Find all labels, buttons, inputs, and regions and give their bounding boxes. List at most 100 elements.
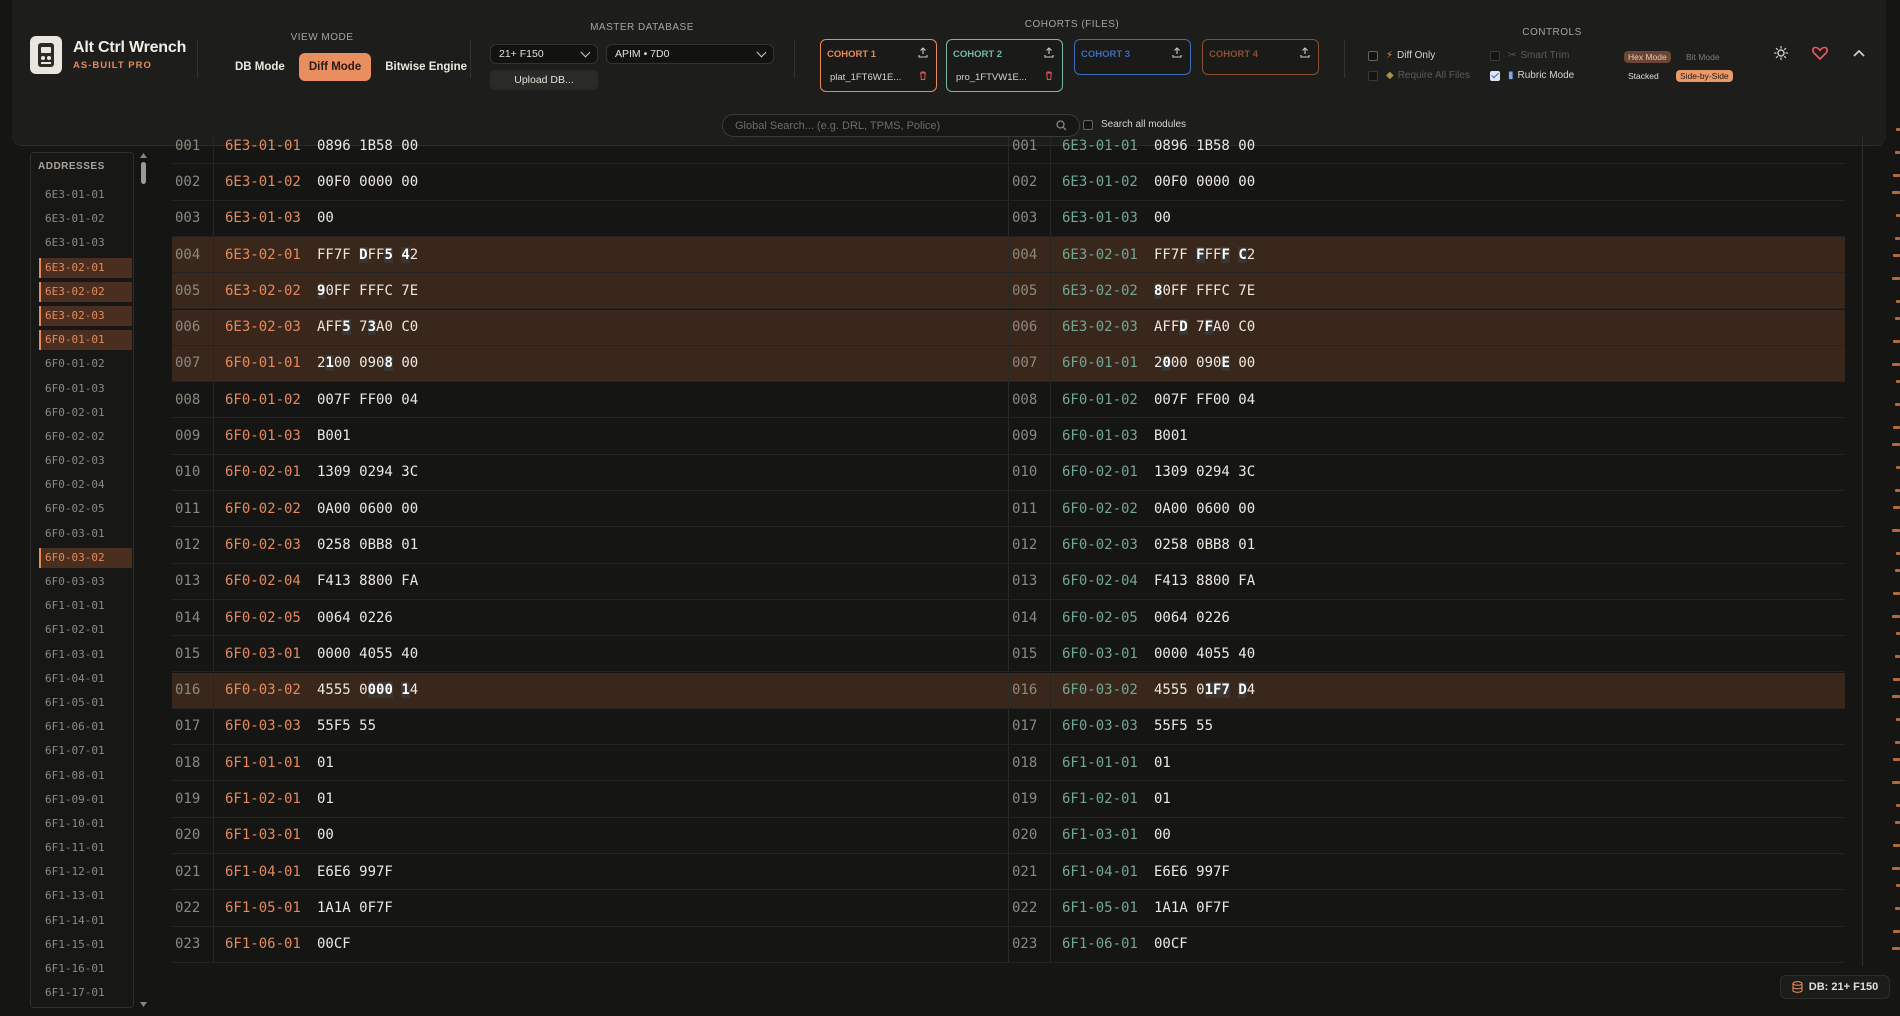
sidebar-address-item[interactable]: 6E3-02-03	[39, 305, 132, 326]
sidebar-address-item[interactable]: 6F0-03-02	[39, 547, 132, 568]
trash-icon[interactable]	[1045, 71, 1053, 80]
diff-row[interactable]: 001 6E3-01-01 0896 1B58 00 001 6E3-01-01 0896…	[172, 137, 1845, 165]
require-all-checkbox[interactable]	[1368, 70, 1378, 81]
trash-icon[interactable]	[919, 71, 927, 80]
diff-mode-button[interactable]: Diff Mode	[298, 53, 372, 81]
sidebar-address-item[interactable]: 6E3-01-01	[39, 185, 132, 205]
upload-icon[interactable]	[1300, 47, 1310, 58]
sidebar-address-item[interactable]: 6E3-02-02	[39, 281, 132, 302]
diff-row[interactable]: 006 6E3-02-03 AFF5 73A0 C0 006 6E3-02-03 AFFD…	[172, 309, 1845, 346]
sidebar-address-item[interactable]: 6F1-11-01	[39, 838, 132, 858]
module-select[interactable]: APIM • 7D0	[606, 44, 774, 64]
sidebar-address-item[interactable]: 6F1-02-01	[39, 620, 132, 640]
upload-db-button[interactable]: Upload DB...	[490, 70, 598, 90]
diff-row[interactable]: 013 6F0-02-04 F413 8800 FA 013 6F0-02-04 F413…	[172, 563, 1845, 600]
sidebar-address-item[interactable]: 6F0-02-03	[39, 451, 132, 471]
sidebar-address-item[interactable]: 6F1-12-01	[39, 862, 132, 882]
diff-row[interactable]: 007 6F0-01-01 2100 0908 00 007 6F0-01-01 2000…	[172, 345, 1845, 383]
side-by-side-button[interactable]: Side-by-Side	[1676, 70, 1733, 82]
cohort-3-card[interactable]: COHORT 3	[1074, 39, 1191, 75]
sidebar-address-item[interactable]: 6F1-03-01	[39, 645, 132, 665]
sidebar-address-item[interactable]: 6F1-06-01	[39, 717, 132, 737]
sidebar-address-item[interactable]: 6F1-17-01	[39, 983, 132, 1003]
diff-row[interactable]: 003 6E3-01-03 00 003 6E3-01-03 00	[172, 200, 1845, 237]
scroll-thumb[interactable]	[141, 162, 146, 184]
hex-mode-button[interactable]: Hex Mode	[1624, 51, 1671, 63]
sidebar-address-item[interactable]: 6F0-03-03	[39, 572, 132, 592]
sidebar-address-item[interactable]: 6F0-02-04	[39, 475, 132, 495]
diff-row[interactable]: 004 6E3-02-01 FF7F DFF5 42 004 6E3-02-01 FF7F…	[172, 236, 1845, 274]
require-all-toggle[interactable]: ◆ Require All Files	[1368, 70, 1470, 81]
sidebar-address-item[interactable]: 6F0-02-05	[39, 499, 132, 519]
diff-only-toggle[interactable]: ⚡ Diff Only	[1368, 50, 1435, 61]
diff-row[interactable]: 002 6E3-01-02 00F0 0000 00 002 6E3-01-02 00F0…	[172, 164, 1845, 201]
sidebar-address-item[interactable]: 6F1-13-01	[39, 886, 132, 906]
rubric-mode-checkbox[interactable]	[1490, 70, 1500, 81]
sidebar-address-item[interactable]: 6F1-15-01	[39, 935, 132, 955]
row-address: 6E3-02-01	[1062, 246, 1138, 263]
cohort-2-card[interactable]: COHORT 2 pro_1FTVW1E...	[946, 39, 1063, 92]
sidebar-address-item[interactable]: 6F1-01-01	[39, 596, 132, 616]
diff-row[interactable]: 008 6F0-01-02 007F FF00 04 008 6F0-01-02 007F…	[172, 382, 1845, 419]
sun-icon[interactable]	[1774, 46, 1788, 60]
stacked-button[interactable]: Stacked	[1624, 70, 1663, 82]
diff-row[interactable]: 021 6F1-04-01 E6E6 997F 021 6F1-04-01 E6E6 99…	[172, 854, 1845, 891]
sidebar-address-item[interactable]: 6F1-10-01	[39, 814, 132, 834]
scroll-minimap[interactable]	[1890, 128, 1900, 988]
diff-row[interactable]: 016 6F0-03-02 4555 0000 14 016 6F0-03-02 4555…	[172, 672, 1845, 709]
diff-row[interactable]: 009 6F0-01-03 B001 009 6F0-01-03 B001	[172, 418, 1845, 455]
diff-only-checkbox[interactable]	[1368, 50, 1378, 61]
rubric-mode-toggle[interactable]: ▮ Rubric Mode	[1490, 70, 1574, 81]
diff-row[interactable]: 022 6F1-05-01 1A1A 0F7F 022 6F1-05-01 1A1A 0F…	[172, 890, 1845, 927]
diff-row[interactable]: 012 6F0-02-03 0258 0BB8 01 012 6F0-02-03 0258…	[172, 527, 1845, 564]
global-search[interactable]	[722, 114, 1080, 137]
sidebar-address-item[interactable]: 6F1-07-01	[39, 741, 132, 761]
diff-row[interactable]: 019 6F1-02-01 01 019 6F1-02-01 01	[172, 781, 1845, 818]
diff-row[interactable]: 014 6F0-02-05 0064 0226 014 6F0-02-05 0064 02…	[172, 599, 1845, 637]
sidebar-scrollbar[interactable]	[139, 152, 148, 1008]
upload-icon[interactable]	[1172, 47, 1182, 58]
sidebar-address-item[interactable]: 6F1-08-01	[39, 766, 132, 786]
sidebar-address-item[interactable]: 6F0-03-01	[39, 524, 132, 544]
upload-icon[interactable]	[918, 47, 928, 58]
bit-mode-button[interactable]: Bit Mode	[1682, 51, 1724, 63]
sidebar-address-item[interactable]: 6F0-02-02	[39, 427, 132, 447]
row-address: 6E3-01-03	[225, 210, 301, 227]
diff-row[interactable]: 023 6F1-06-01 00CF 023 6F1-06-01 00CF	[172, 926, 1845, 963]
search-all-checkbox[interactable]	[1083, 119, 1093, 130]
smart-trim-toggle[interactable]: ✂ Smart Trim	[1490, 50, 1569, 61]
upload-icon[interactable]	[1044, 47, 1054, 58]
diff-row[interactable]: 005 6E3-02-02 90FF FFFC 7E 005 6E3-02-02 80FF…	[172, 273, 1845, 310]
diff-row[interactable]: 018 6F1-01-01 01 018 6F1-01-01 01	[172, 745, 1845, 782]
scroll-up-icon[interactable]	[139, 152, 148, 160]
sidebar-address-item[interactable]: 6E3-02-01	[39, 257, 132, 278]
chevron-up-icon[interactable]	[1852, 48, 1866, 58]
sidebar-address-item[interactable]: 6E3-01-02	[39, 209, 132, 229]
sidebar-address-item[interactable]: 6F0-02-01	[39, 403, 132, 423]
search-input[interactable]	[735, 119, 1056, 132]
diff-row[interactable]: 015 6F0-03-01 0000 4055 40 015 6F0-03-01 0000…	[172, 636, 1845, 673]
vehicle-select[interactable]: 21+ F150	[490, 44, 598, 64]
sidebar-address-item[interactable]: 6F1-04-01	[39, 669, 132, 689]
sidebar-address-item[interactable]: 6F0-01-03	[39, 379, 132, 399]
diff-row[interactable]: 017 6F0-03-03 55F5 55 017 6F0-03-03 55F5 55	[172, 708, 1845, 746]
search-icon[interactable]	[1056, 120, 1067, 131]
smart-trim-checkbox[interactable]	[1490, 50, 1500, 61]
sidebar-address-item[interactable]: 6F1-16-01	[39, 959, 132, 979]
bitwise-engine-button[interactable]: Bitwise Engine	[375, 53, 477, 81]
db-mode-button[interactable]: DB Mode	[225, 53, 295, 81]
heart-icon[interactable]	[1812, 46, 1828, 60]
diff-row[interactable]: 020 6F1-03-01 00 020 6F1-03-01 00	[172, 817, 1845, 854]
sidebar-address-item[interactable]: 6F1-05-01	[39, 693, 132, 713]
cohort-4-card[interactable]: COHORT 4	[1202, 39, 1319, 75]
sidebar-address-item[interactable]: 6F1-14-01	[39, 911, 132, 931]
sidebar-address-item[interactable]: 6E3-01-03	[39, 233, 132, 253]
search-all-modules-toggle[interactable]: Search all modules	[1083, 119, 1186, 130]
diff-row[interactable]: 011 6F0-02-02 0A00 0600 00 011 6F0-02-02 0A00…	[172, 491, 1845, 528]
diff-row[interactable]: 010 6F0-02-01 1309 0294 3C 010 6F0-02-01 1309…	[172, 454, 1845, 491]
sidebar-address-item[interactable]: 6F0-01-01	[39, 330, 132, 351]
cohort-1-card[interactable]: COHORT 1 plat_1FT6W1E...	[820, 39, 937, 92]
scroll-down-icon[interactable]	[139, 1000, 148, 1008]
sidebar-address-item[interactable]: 6F1-09-01	[39, 790, 132, 810]
sidebar-address-item[interactable]: 6F0-01-02	[39, 354, 132, 374]
